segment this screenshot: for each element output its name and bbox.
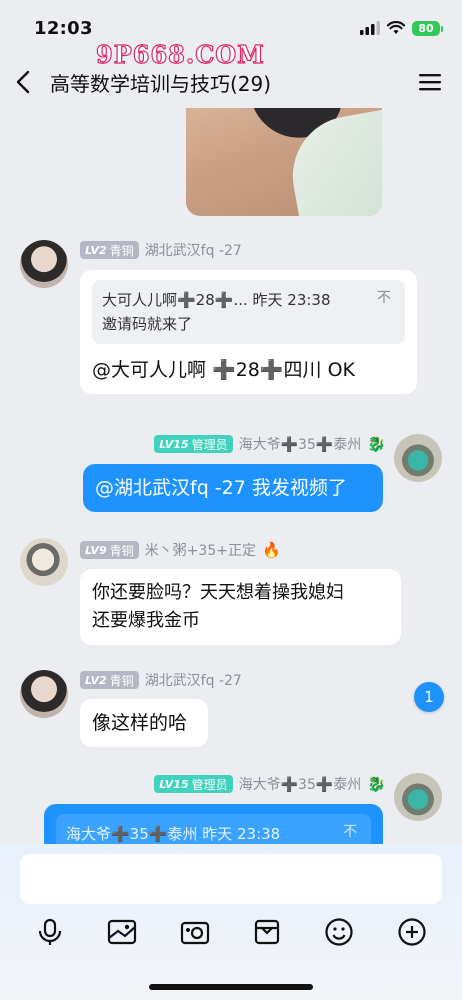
level-badge: LV15 管理员 bbox=[154, 775, 233, 793]
message-text: @湖北武汉fq -27 我发视频了 bbox=[95, 477, 347, 499]
message-bubble[interactable]: 像这样的哈 bbox=[80, 699, 208, 747]
message-text-line: 你还要脸吗？天天想着操我媳妇 bbox=[92, 582, 344, 603]
level-badge: LV9 青铜 bbox=[80, 541, 139, 559]
quote-header: 大可人儿啊➕28➕... 昨天 23:38 bbox=[102, 291, 331, 309]
sender-meta: LV15 管理员 海大爷➕35➕泰州 🐉 bbox=[130, 434, 386, 454]
quoted-message[interactable]: 大可人儿啊➕28➕... 昨天 23:38 邀请码就来了 不 bbox=[92, 280, 405, 344]
message-bubble[interactable]: 大可人儿啊➕28➕... 昨天 23:38 邀请码就来了 不 @大可人儿啊 ➕2… bbox=[80, 270, 417, 394]
avatar[interactable] bbox=[20, 670, 68, 718]
sender-meta: LV2 青铜 湖北武汉fq -27 bbox=[80, 670, 242, 690]
quote-header: 海大爷➕35➕泰州 昨天 23:38 bbox=[66, 825, 281, 843]
chat-header: 高等数学培训与技巧(29) bbox=[0, 62, 462, 102]
signal-icon bbox=[360, 21, 380, 35]
sender-name: 湖北武汉fq -27 bbox=[144, 673, 242, 689]
message-text: @大可人儿啊 ➕28➕四川 OK bbox=[92, 359, 355, 381]
plus-icon[interactable] bbox=[396, 916, 428, 948]
dragon-icon: 🐉 bbox=[367, 435, 386, 453]
message-text: 像这样的哈 bbox=[92, 712, 188, 734]
avatar[interactable] bbox=[20, 538, 68, 586]
camera-icon[interactable] bbox=[179, 916, 211, 948]
sender-meta: LV9 青铜 米丶粥+35+正定 🔥 bbox=[80, 540, 281, 560]
avatar[interactable] bbox=[394, 773, 442, 821]
quote-pin: 不 bbox=[377, 290, 391, 306]
message-bubble[interactable]: 你还要脸吗？天天想着操我媳妇 还要爆我金币 bbox=[80, 569, 401, 645]
emoji-icon[interactable] bbox=[323, 916, 355, 948]
quote-pin: 不 bbox=[343, 824, 357, 840]
level-badge: LV2 青铜 bbox=[80, 671, 139, 689]
back-arrow-icon[interactable] bbox=[16, 68, 36, 96]
menu-icon[interactable] bbox=[418, 72, 442, 92]
sender-name: 米丶粥+35+正定 bbox=[144, 543, 256, 559]
status-icons: 80 bbox=[360, 20, 443, 36]
message-bubble[interactable]: @湖北武汉fq -27 我发视频了 bbox=[83, 464, 383, 512]
unread-count-badge[interactable]: 1 bbox=[414, 682, 444, 712]
sender-meta: LV15 管理员 海大爷➕35➕泰州 🐉 bbox=[130, 774, 386, 794]
bag-icon[interactable] bbox=[251, 916, 283, 948]
message-text-line: 还要爆我金币 bbox=[92, 610, 200, 631]
dragon-icon: 🐉 bbox=[367, 775, 386, 793]
sender-name: 海大爷➕35➕泰州 bbox=[238, 777, 362, 793]
quoted-message[interactable]: 海大爷➕35➕泰州 昨天 23:38 不 bbox=[56, 814, 371, 844]
sender-meta: LV2 青铜 湖北武汉fq -27 bbox=[80, 240, 242, 260]
composer-toolbar bbox=[0, 914, 462, 950]
sender-name: 湖北武汉fq -27 bbox=[144, 243, 242, 259]
quote-body: 邀请码就来了 bbox=[102, 315, 193, 333]
image-icon[interactable] bbox=[106, 916, 138, 948]
image-message[interactable] bbox=[186, 108, 382, 216]
home-indicator bbox=[149, 984, 313, 990]
sender-name: 海大爷➕35➕泰州 bbox=[238, 437, 362, 453]
chat-message-list[interactable]: LV2 青铜 湖北武汉fq -27 大可人儿啊➕28➕... 昨天 23:38 邀… bbox=[0, 108, 462, 844]
avatar[interactable] bbox=[20, 240, 68, 288]
wifi-icon bbox=[387, 21, 405, 34]
message-input[interactable] bbox=[20, 854, 442, 904]
status-time: 12:03 bbox=[34, 17, 93, 39]
composer bbox=[0, 844, 462, 1000]
chat-title: 高等数学培训与技巧(29) bbox=[50, 71, 272, 96]
fire-icon: 🔥 bbox=[261, 541, 281, 559]
battery-indicator: 80 bbox=[412, 20, 443, 36]
level-badge: LV15 管理员 bbox=[154, 435, 233, 453]
avatar[interactable] bbox=[394, 434, 442, 482]
message-bubble[interactable]: 海大爷➕35➕泰州 昨天 23:38 不 bbox=[44, 804, 383, 844]
level-badge: LV2 青铜 bbox=[80, 241, 139, 259]
microphone-icon[interactable] bbox=[34, 916, 66, 948]
